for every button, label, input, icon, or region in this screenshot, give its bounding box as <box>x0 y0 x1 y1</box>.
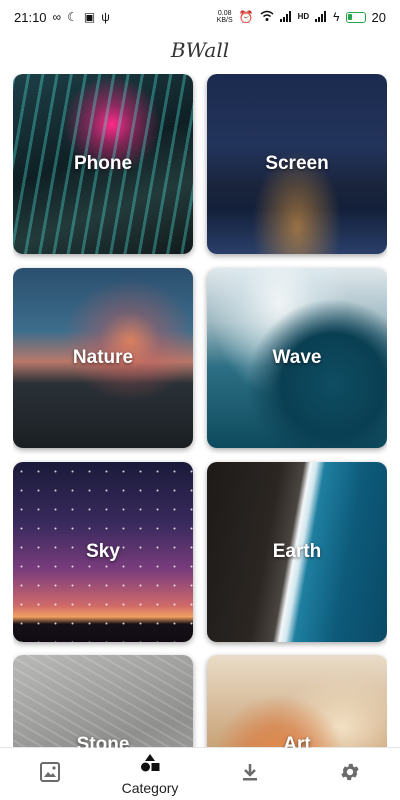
category-card-art[interactable]: Art <box>207 655 387 748</box>
network-speed-unit: KB/S <box>216 17 233 24</box>
bottom-navigation: Category <box>0 747 400 800</box>
network-speed: 0.08 KB/S <box>217 10 233 24</box>
wifi-icon <box>260 10 274 24</box>
category-card-screen[interactable]: Screen <box>207 74 387 254</box>
signal-icon <box>279 10 292 24</box>
signal-icon <box>315 10 327 24</box>
nav-category-label: Category <box>121 779 179 796</box>
category-label: Phone <box>73 153 133 174</box>
category-card-earth[interactable]: Earth <box>207 462 387 642</box>
hd-icon: HD <box>297 12 310 21</box>
status-bar-left: 21:10 ∞ ☾ ▣ ψ <box>14 10 110 25</box>
app-title: BWall <box>170 38 230 62</box>
nav-settings[interactable] <box>310 748 390 800</box>
image-icon <box>39 761 61 788</box>
gear-icon <box>339 761 361 788</box>
category-grid: Phone Screen Nature Wave Sky Earth Stone… <box>13 74 387 748</box>
network-speed-value: 0.08 <box>217 10 232 17</box>
status-time: 21:10 <box>14 9 47 25</box>
battery-icon <box>345 11 366 23</box>
category-label: Art <box>283 734 311 748</box>
category-label: Earth <box>272 541 322 562</box>
category-card-nature[interactable]: Nature <box>13 268 193 448</box>
category-card-stone[interactable]: Stone <box>13 655 193 748</box>
nav-downloads[interactable] <box>210 748 290 800</box>
status-bar: 21:10 ∞ ☾ ▣ ψ 0.08 KB/S ⏰ HD ϟ 20 <box>0 0 400 34</box>
category-card-sky[interactable]: Sky <box>13 462 193 642</box>
category-card-phone[interactable]: Phone <box>13 74 193 254</box>
nav-category[interactable]: Category <box>110 748 190 800</box>
android-icon: ▣ <box>83 10 96 24</box>
category-icon <box>139 753 161 778</box>
category-label: Sky <box>86 541 120 562</box>
nav-wallpapers[interactable] <box>10 748 90 800</box>
category-card-wave[interactable]: Wave <box>207 268 387 448</box>
battery-level: 20 <box>371 9 386 25</box>
download-icon <box>240 762 260 787</box>
moon-icon: ☾ <box>67 10 78 24</box>
category-label: Nature <box>72 347 134 368</box>
category-label: Screen <box>265 153 329 174</box>
alarm-icon: ⏰ <box>238 10 254 24</box>
charging-icon: ϟ <box>333 10 340 24</box>
infinity-icon: ∞ <box>52 10 62 24</box>
category-label: Stone <box>76 734 130 748</box>
category-label: Wave <box>272 347 322 368</box>
usb-icon: ψ <box>101 10 110 24</box>
status-bar-right: 0.08 KB/S ⏰ HD ϟ 20 <box>217 10 386 25</box>
